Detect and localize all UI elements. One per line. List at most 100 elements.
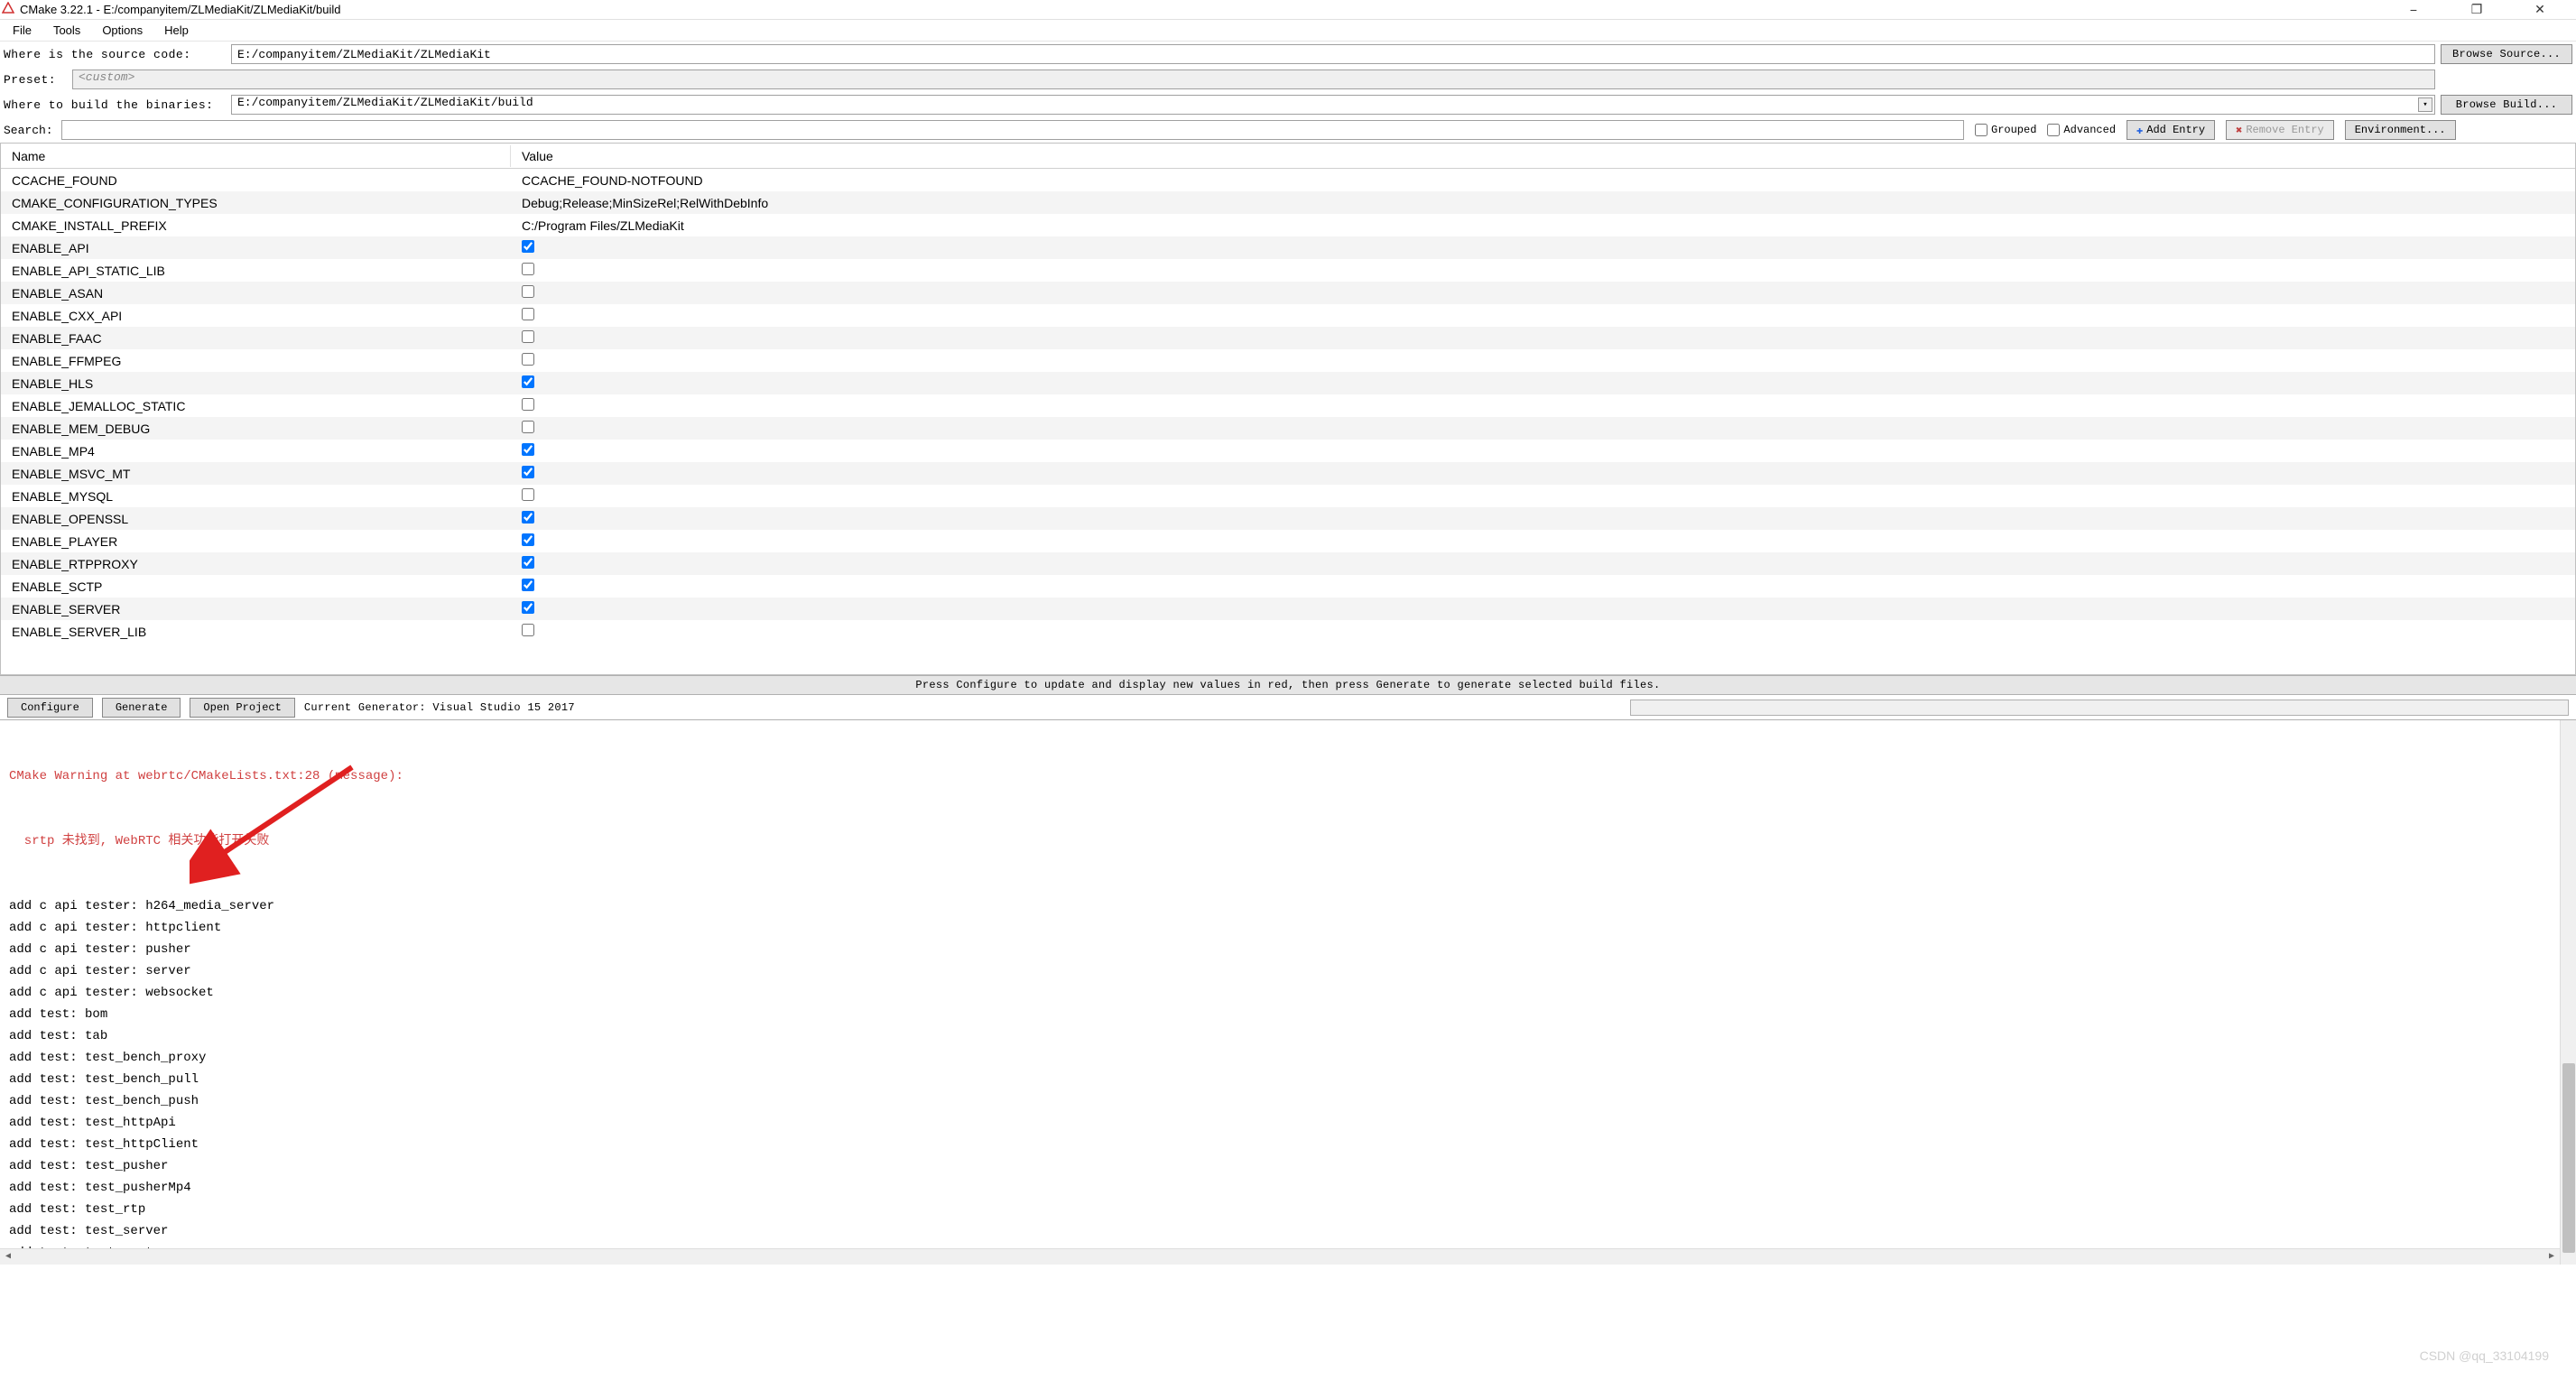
cache-row[interactable]: ENABLE_MEM_DEBUG bbox=[1, 417, 2575, 440]
cache-value[interactable] bbox=[511, 421, 534, 436]
cache-checkbox[interactable] bbox=[522, 466, 534, 478]
maximize-button[interactable]: ❐ bbox=[2459, 1, 2495, 19]
cache-row[interactable]: ENABLE_SERVER_LIB bbox=[1, 620, 2575, 643]
header-value[interactable]: Value bbox=[511, 145, 564, 167]
cache-row[interactable]: CMAKE_INSTALL_PREFIXC:/Program Files/ZLM… bbox=[1, 214, 2575, 236]
horizontal-scrollbar[interactable]: ◀ ▶ bbox=[0, 1248, 2560, 1265]
cache-checkbox[interactable] bbox=[522, 533, 534, 546]
cache-row[interactable]: ENABLE_PLAYER bbox=[1, 530, 2575, 552]
cache-row[interactable]: ENABLE_RTPPROXY bbox=[1, 552, 2575, 575]
cache-header: Name Value bbox=[1, 144, 2575, 169]
header-name[interactable]: Name bbox=[1, 145, 511, 167]
cache-value[interactable] bbox=[511, 443, 534, 459]
cache-checkbox[interactable] bbox=[522, 353, 534, 366]
cache-row[interactable]: CMAKE_CONFIGURATION_TYPESDebug;Release;M… bbox=[1, 191, 2575, 214]
cache-checkbox[interactable] bbox=[522, 488, 534, 501]
cache-row[interactable]: ENABLE_CXX_API bbox=[1, 304, 2575, 327]
cache-value[interactable]: CCACHE_FOUND-NOTFOUND bbox=[511, 173, 703, 188]
cache-name: CMAKE_INSTALL_PREFIX bbox=[1, 218, 511, 233]
cache-row[interactable]: ENABLE_API bbox=[1, 236, 2575, 259]
cache-value[interactable]: Debug;Release;MinSizeRel;RelWithDebInfo bbox=[511, 196, 768, 210]
menu-options[interactable]: Options bbox=[93, 22, 152, 39]
cache-row[interactable]: ENABLE_JEMALLOC_STATIC bbox=[1, 394, 2575, 417]
cache-value[interactable] bbox=[511, 353, 534, 368]
source-input[interactable] bbox=[231, 44, 2435, 64]
open-project-button[interactable]: Open Project bbox=[190, 698, 294, 718]
vertical-scrollbar[interactable] bbox=[2560, 720, 2576, 1265]
cache-value[interactable] bbox=[511, 375, 534, 391]
cache-row[interactable]: ENABLE_OPENSSL bbox=[1, 507, 2575, 530]
cache-checkbox[interactable] bbox=[522, 308, 534, 320]
cache-row[interactable]: ENABLE_SCTP bbox=[1, 575, 2575, 598]
cache-checkbox[interactable] bbox=[522, 240, 534, 253]
browse-source-button[interactable]: Browse Source... bbox=[2441, 44, 2572, 64]
cache-checkbox[interactable] bbox=[522, 601, 534, 614]
scroll-left-icon[interactable]: ◀ bbox=[0, 1250, 16, 1265]
browse-build-button[interactable]: Browse Build... bbox=[2441, 95, 2572, 115]
cache-checkbox[interactable] bbox=[522, 511, 534, 524]
cache-row[interactable]: ENABLE_MP4 bbox=[1, 440, 2575, 462]
cache-row[interactable]: ENABLE_API_STATIC_LIB bbox=[1, 259, 2575, 282]
cache-row[interactable]: ENABLE_FFMPEG bbox=[1, 349, 2575, 372]
cache-value[interactable] bbox=[511, 398, 534, 413]
cache-checkbox[interactable] bbox=[522, 624, 534, 636]
cache-row[interactable]: ENABLE_FAAC bbox=[1, 327, 2575, 349]
search-row: Search: Grouped Advanced ✚ Add Entry ✖ R… bbox=[0, 117, 2576, 143]
cache-checkbox[interactable] bbox=[522, 375, 534, 388]
environment-button[interactable]: Environment... bbox=[2345, 120, 2456, 140]
advanced-checkbox[interactable] bbox=[2047, 124, 2060, 136]
remove-entry-button: ✖ Remove Entry bbox=[2226, 120, 2334, 140]
cache-value[interactable] bbox=[511, 466, 534, 481]
cache-checkbox[interactable] bbox=[522, 421, 534, 433]
cache-value[interactable]: C:/Program Files/ZLMediaKit bbox=[511, 218, 684, 233]
menu-help[interactable]: Help bbox=[155, 22, 198, 39]
cache-value[interactable] bbox=[511, 240, 534, 255]
cache-value[interactable] bbox=[511, 533, 534, 549]
cache-checkbox[interactable] bbox=[522, 556, 534, 569]
cache-checkbox[interactable] bbox=[522, 443, 534, 456]
preset-input[interactable]: <custom> bbox=[72, 70, 2435, 89]
scroll-right-icon[interactable]: ▶ bbox=[2544, 1250, 2560, 1265]
grouped-checkbox[interactable] bbox=[1975, 124, 1988, 136]
menu-tools[interactable]: Tools bbox=[44, 22, 89, 39]
source-row: Where is the source code: Browse Source.… bbox=[0, 42, 2576, 67]
add-entry-button[interactable]: ✚ Add Entry bbox=[2127, 120, 2215, 140]
chevron-down-icon[interactable]: ▾ bbox=[2418, 97, 2432, 112]
cache-row[interactable]: ENABLE_MYSQL bbox=[1, 485, 2575, 507]
cache-row[interactable]: ENABLE_SERVER bbox=[1, 598, 2575, 620]
cache-value[interactable] bbox=[511, 556, 534, 571]
advanced-checkbox-wrap[interactable]: Advanced bbox=[2047, 124, 2116, 136]
output-line: add test: test_bench_proxy bbox=[9, 1047, 2567, 1069]
build-input[interactable]: E:/companyitem/ZLMediaKit/ZLMediaKit/bui… bbox=[231, 95, 2435, 115]
cache-checkbox[interactable] bbox=[522, 263, 534, 275]
grouped-checkbox-wrap[interactable]: Grouped bbox=[1975, 124, 2036, 136]
cache-value[interactable] bbox=[511, 308, 534, 323]
generate-button[interactable]: Generate bbox=[102, 698, 181, 718]
scrollbar-thumb[interactable] bbox=[2562, 1063, 2575, 1253]
cache-value[interactable] bbox=[511, 624, 534, 639]
cache-value[interactable] bbox=[511, 511, 534, 526]
cache-value[interactable] bbox=[511, 285, 534, 301]
cache-value[interactable] bbox=[511, 488, 534, 504]
cache-value[interactable] bbox=[511, 263, 534, 278]
cache-row[interactable]: ENABLE_HLS bbox=[1, 372, 2575, 394]
output-line: add test: test_bench_pull bbox=[9, 1069, 2567, 1090]
cache-row[interactable]: ENABLE_ASAN bbox=[1, 282, 2575, 304]
cache-checkbox[interactable] bbox=[522, 285, 534, 298]
menu-file[interactable]: File bbox=[4, 22, 41, 39]
search-label: Search: bbox=[4, 124, 56, 137]
output-pane[interactable]: CMake Warning at webrtc/CMakeLists.txt:2… bbox=[0, 720, 2576, 1265]
search-input[interactable] bbox=[61, 120, 1964, 140]
cache-row[interactable]: CCACHE_FOUNDCCACHE_FOUND-NOTFOUND bbox=[1, 169, 2575, 191]
cache-value[interactable] bbox=[511, 330, 534, 346]
configure-button[interactable]: Configure bbox=[7, 698, 93, 718]
cache-value[interactable] bbox=[511, 579, 534, 594]
cache-checkbox[interactable] bbox=[522, 398, 534, 411]
close-button[interactable]: ✕ bbox=[2522, 1, 2558, 19]
minimize-button[interactable]: − bbox=[2395, 1, 2432, 19]
cache-checkbox[interactable] bbox=[522, 330, 534, 343]
cache-checkbox[interactable] bbox=[522, 579, 534, 591]
cache-table: Name Value CCACHE_FOUNDCCACHE_FOUND-NOTF… bbox=[0, 143, 2576, 675]
cache-row[interactable]: ENABLE_MSVC_MT bbox=[1, 462, 2575, 485]
cache-value[interactable] bbox=[511, 601, 534, 616]
